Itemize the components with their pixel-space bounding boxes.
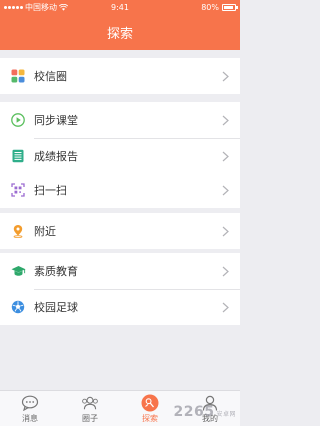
chevron-right-icon [218, 69, 232, 83]
section-nearby: 附近 [0, 213, 240, 249]
grid-squares-icon [10, 68, 26, 84]
section-scan: 扫一扫 [0, 172, 240, 208]
section-circle: 校信圈 [0, 58, 240, 94]
scan-icon [10, 182, 26, 198]
status-time: 9:41 [111, 2, 129, 12]
signal-icon [4, 5, 23, 9]
menu-item-label: 扫一扫 [34, 184, 67, 197]
chevron-right-icon [218, 224, 232, 238]
tab-label: 圈子 [82, 413, 98, 423]
menu-item-label: 校园足球 [34, 301, 78, 314]
chevron-right-icon [218, 149, 232, 163]
tab-circle[interactable]: 圈子 [60, 391, 120, 426]
menu-item-campus-football[interactable]: 校园足球 [0, 289, 240, 325]
play-circle-icon [10, 112, 26, 128]
menu-item-label: 素质教育 [34, 265, 78, 278]
status-bar: 中国移动 9:41 80% [0, 0, 240, 14]
menu-item-sync-class[interactable]: 同步课堂 [0, 102, 240, 138]
battery-icon [222, 3, 238, 11]
menu-item-label: 附近 [34, 225, 56, 238]
soccer-ball-icon [10, 299, 26, 315]
menu-item-score-report[interactable]: 成绩报告 [0, 138, 240, 174]
watermark: 2265 安卓网 [174, 404, 236, 420]
menu-item-label: 同步课堂 [34, 114, 78, 127]
tab-label: 探索 [142, 413, 158, 423]
chevron-right-icon [218, 113, 232, 127]
graduation-cap-icon [10, 263, 26, 279]
chevron-right-icon [218, 264, 232, 278]
menu-item-quality-education[interactable]: 素质教育 [0, 253, 240, 289]
tab-explore[interactable]: 探索 [120, 391, 180, 426]
chevron-right-icon [218, 183, 232, 197]
location-pin-icon [10, 223, 26, 239]
report-icon [10, 148, 26, 164]
tab-label: 消息 [22, 413, 38, 423]
menu-item-label: 成绩报告 [34, 150, 78, 163]
section-education: 素质教育 校园足球 [0, 253, 240, 325]
battery-percent: 80% [201, 2, 219, 12]
watermark-sub: 安卓网 [216, 411, 236, 418]
nav-bar: 探索 [0, 14, 240, 50]
menu-item-scan[interactable]: 扫一扫 [0, 172, 240, 208]
tab-messages[interactable]: 消息 [0, 391, 60, 426]
wifi-icon [59, 3, 68, 11]
people-icon [81, 394, 99, 412]
explore-icon [141, 394, 159, 412]
chevron-right-icon [218, 300, 232, 314]
menu-item-xiaoxinquan[interactable]: 校信圈 [0, 58, 240, 94]
carrier-label: 中国移动 [25, 2, 57, 12]
chat-bubble-icon [21, 394, 39, 412]
menu-item-nearby[interactable]: 附近 [0, 213, 240, 249]
page-title: 探索 [106, 26, 133, 42]
menu-item-label: 校信圈 [34, 70, 67, 83]
watermark-text: 2265 [173, 404, 215, 420]
section-study: 同步课堂 成绩报告 [0, 102, 240, 174]
